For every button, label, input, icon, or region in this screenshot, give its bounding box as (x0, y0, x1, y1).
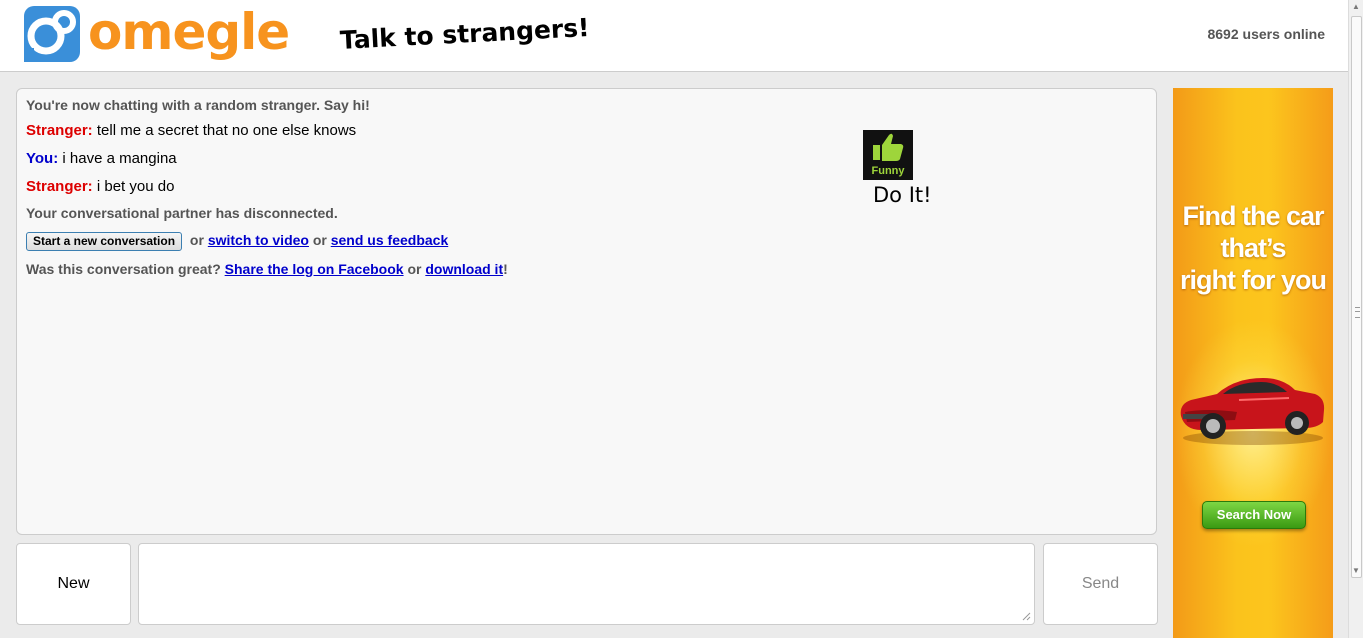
ad-headline-line: that’s (1220, 233, 1286, 263)
or-separator: or (308, 232, 331, 249)
message-text: i have a mangina (58, 150, 177, 167)
resize-handle-icon[interactable] (1021, 611, 1031, 621)
funny-badge[interactable]: Funny (863, 130, 913, 180)
page-scrollbar[interactable]: ▲ ▼ (1348, 0, 1363, 638)
online-suffix: users online (1238, 26, 1325, 42)
message-sender: You: (26, 150, 59, 167)
ad-headline-line: Find the car (1182, 201, 1324, 231)
message-sender: Stranger: (26, 178, 93, 195)
start-new-conversation-button[interactable]: Start a new conversation (26, 232, 183, 251)
disconnected-status: Your conversational partner has disconne… (26, 205, 338, 221)
ad-headline: Find the car that’s right for you (1173, 200, 1333, 296)
switch-to-video-link[interactable]: switch to video (208, 232, 309, 248)
omegle-logo-icon (24, 6, 80, 62)
scrollbar-thumb[interactable] (1351, 16, 1362, 578)
logo-wordmark[interactable]: omegle (88, 2, 290, 62)
header-bar: omegle Talk to strangers! 8692 users onl… (0, 0, 1349, 72)
funny-label: Funny (871, 165, 905, 177)
exclamation: ! (503, 261, 508, 277)
or-separator: or (403, 261, 426, 277)
scrollbar-grip-icon (1355, 307, 1360, 318)
chat-log[interactable]: You're now chatting with a random strang… (16, 88, 1157, 535)
or-separator: or (186, 232, 208, 249)
car-advertisement[interactable]: Find the car that’s right for you Search… (1173, 88, 1333, 638)
message-text: tell me a secret that no one else knows (92, 122, 357, 139)
share-prompt: Was this conversation great? Share the l… (26, 261, 508, 277)
post-chat-actions: Start a new conversation or switch to vi… (26, 232, 448, 251)
thumbs-up-icon (873, 133, 904, 161)
users-online-counter: 8692 users online (1207, 26, 1325, 42)
send-button-label: Send (1081, 575, 1120, 592)
new-button-label: New (57, 575, 90, 592)
online-count: 8692 (1207, 26, 1239, 42)
ad-headline-line: right for you (1180, 265, 1327, 295)
message-input[interactable] (138, 543, 1035, 625)
chat-message: You: i have a mangina (26, 150, 177, 167)
new-button[interactable]: New (16, 543, 131, 625)
scroll-down-arrow-icon[interactable]: ▼ (1349, 564, 1363, 578)
send-feedback-link[interactable]: send us feedback (331, 232, 449, 248)
share-question: Was this conversation great? (26, 261, 225, 277)
download-log-link[interactable]: download it (425, 261, 503, 277)
send-button[interactable]: Send (1043, 543, 1158, 625)
do-it-caption: Do It! (873, 183, 932, 207)
chat-message: Stranger: tell me a secret that no one e… (26, 122, 356, 139)
red-car-image (1180, 378, 1325, 445)
message-sender: Stranger: (26, 122, 93, 139)
tagline: Talk to strangers! (339, 12, 591, 55)
share-facebook-link[interactable]: Share the log on Facebook (225, 261, 404, 277)
scroll-up-arrow-icon[interactable]: ▲ (1349, 0, 1363, 14)
message-text: i bet you do (92, 178, 175, 195)
chat-intro-status: You're now chatting with a random strang… (26, 97, 370, 113)
ad-search-now-button[interactable]: Search Now (1202, 501, 1306, 529)
chat-message: Stranger: i bet you do (26, 178, 174, 195)
